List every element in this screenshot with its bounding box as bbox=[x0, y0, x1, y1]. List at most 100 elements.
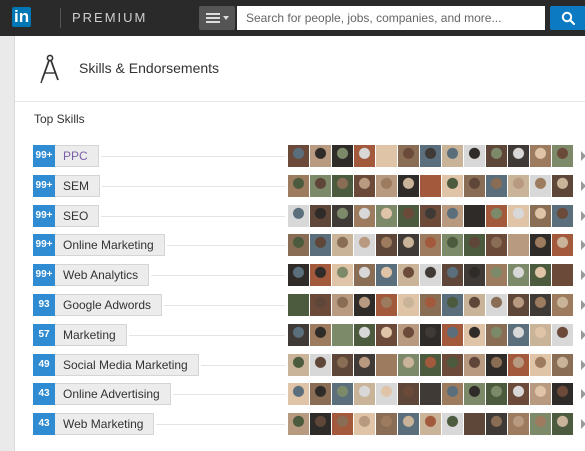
endorsement-count-badge[interactable]: 99+ bbox=[33, 234, 55, 256]
skill-name[interactable]: Online Marketing bbox=[55, 234, 165, 256]
skill-name[interactable]: SEO bbox=[55, 205, 100, 227]
avatar[interactable] bbox=[530, 205, 551, 227]
chevron-right-icon[interactable] bbox=[581, 389, 585, 399]
avatar[interactable] bbox=[486, 145, 507, 167]
avatar[interactable] bbox=[420, 413, 441, 435]
avatar[interactable] bbox=[464, 383, 485, 405]
avatar[interactable] bbox=[552, 354, 573, 376]
search-category-menu-button[interactable] bbox=[199, 6, 235, 30]
avatar[interactable] bbox=[486, 264, 507, 286]
avatar[interactable] bbox=[420, 324, 441, 346]
avatar[interactable] bbox=[288, 145, 309, 167]
avatar[interactable] bbox=[486, 205, 507, 227]
avatar[interactable] bbox=[442, 234, 463, 256]
skill-name[interactable]: Social Media Marketing bbox=[55, 354, 199, 376]
avatar[interactable] bbox=[530, 354, 551, 376]
endorsement-count-badge[interactable]: 99+ bbox=[33, 145, 55, 167]
skill-name[interactable]: Online Advertising bbox=[55, 383, 171, 405]
avatar[interactable] bbox=[288, 234, 309, 256]
avatar[interactable] bbox=[530, 294, 551, 316]
avatar[interactable] bbox=[354, 145, 375, 167]
avatar[interactable] bbox=[530, 383, 551, 405]
avatar[interactable] bbox=[376, 354, 397, 376]
chevron-right-icon[interactable] bbox=[581, 211, 585, 221]
avatar[interactable] bbox=[486, 294, 507, 316]
avatar[interactable] bbox=[442, 383, 463, 405]
avatar[interactable] bbox=[398, 264, 419, 286]
avatar[interactable] bbox=[442, 205, 463, 227]
linkedin-logo[interactable]: in bbox=[11, 5, 45, 29]
avatar[interactable] bbox=[376, 175, 397, 197]
avatar[interactable] bbox=[310, 205, 331, 227]
avatar[interactable] bbox=[376, 324, 397, 346]
avatar[interactable] bbox=[530, 145, 551, 167]
avatar[interactable] bbox=[552, 234, 573, 256]
avatar[interactable] bbox=[508, 383, 529, 405]
avatar[interactable] bbox=[398, 294, 419, 316]
avatar[interactable] bbox=[552, 413, 573, 435]
avatar[interactable] bbox=[508, 324, 529, 346]
avatar[interactable] bbox=[288, 175, 309, 197]
avatar[interactable] bbox=[398, 234, 419, 256]
avatar[interactable] bbox=[310, 264, 331, 286]
chevron-right-icon[interactable] bbox=[581, 360, 585, 370]
avatar[interactable] bbox=[508, 234, 529, 256]
avatar[interactable] bbox=[552, 324, 573, 346]
avatar[interactable] bbox=[530, 234, 551, 256]
avatar[interactable] bbox=[508, 413, 529, 435]
avatar[interactable] bbox=[420, 354, 441, 376]
skill-name[interactable]: PPC bbox=[55, 145, 99, 167]
avatar[interactable] bbox=[310, 413, 331, 435]
avatar[interactable] bbox=[420, 205, 441, 227]
avatar[interactable] bbox=[552, 383, 573, 405]
avatar[interactable] bbox=[310, 145, 331, 167]
avatar[interactable] bbox=[354, 264, 375, 286]
chevron-right-icon[interactable] bbox=[581, 330, 585, 340]
avatar[interactable] bbox=[442, 413, 463, 435]
avatar[interactable] bbox=[486, 383, 507, 405]
avatar[interactable] bbox=[376, 383, 397, 405]
endorsement-count-badge[interactable]: 49 bbox=[33, 354, 55, 376]
avatar[interactable] bbox=[420, 294, 441, 316]
avatar[interactable] bbox=[442, 354, 463, 376]
avatar[interactable] bbox=[354, 413, 375, 435]
avatar[interactable] bbox=[552, 145, 573, 167]
avatar[interactable] bbox=[442, 294, 463, 316]
avatar[interactable] bbox=[464, 294, 485, 316]
avatar[interactable] bbox=[552, 175, 573, 197]
avatar[interactable] bbox=[332, 145, 353, 167]
search-input[interactable] bbox=[237, 6, 545, 30]
avatar[interactable] bbox=[420, 264, 441, 286]
avatar[interactable] bbox=[376, 413, 397, 435]
avatar[interactable] bbox=[464, 324, 485, 346]
avatar[interactable] bbox=[332, 294, 353, 316]
avatar[interactable] bbox=[464, 175, 485, 197]
avatar[interactable] bbox=[376, 205, 397, 227]
avatar[interactable] bbox=[398, 413, 419, 435]
avatar[interactable] bbox=[464, 264, 485, 286]
endorsement-count-badge[interactable]: 43 bbox=[33, 383, 55, 405]
avatar[interactable] bbox=[508, 205, 529, 227]
avatar[interactable] bbox=[398, 383, 419, 405]
avatar[interactable] bbox=[464, 234, 485, 256]
skill-name[interactable]: Marketing bbox=[55, 324, 127, 346]
chevron-right-icon[interactable] bbox=[581, 181, 585, 191]
avatar[interactable] bbox=[332, 264, 353, 286]
skill-name[interactable]: Web Analytics bbox=[55, 264, 150, 286]
avatar[interactable] bbox=[288, 205, 309, 227]
avatar[interactable] bbox=[332, 413, 353, 435]
avatar[interactable] bbox=[332, 324, 353, 346]
avatar[interactable] bbox=[420, 175, 441, 197]
avatar[interactable] bbox=[464, 354, 485, 376]
avatar[interactable] bbox=[376, 294, 397, 316]
skill-name[interactable]: Google Adwords bbox=[55, 294, 163, 316]
avatar[interactable] bbox=[310, 324, 331, 346]
avatar[interactable] bbox=[288, 294, 309, 316]
avatar[interactable] bbox=[508, 354, 529, 376]
avatar[interactable] bbox=[288, 324, 309, 346]
avatar[interactable] bbox=[552, 294, 573, 316]
avatar[interactable] bbox=[310, 383, 331, 405]
avatar[interactable] bbox=[332, 234, 353, 256]
chevron-right-icon[interactable] bbox=[581, 300, 585, 310]
search-button[interactable] bbox=[550, 6, 585, 30]
